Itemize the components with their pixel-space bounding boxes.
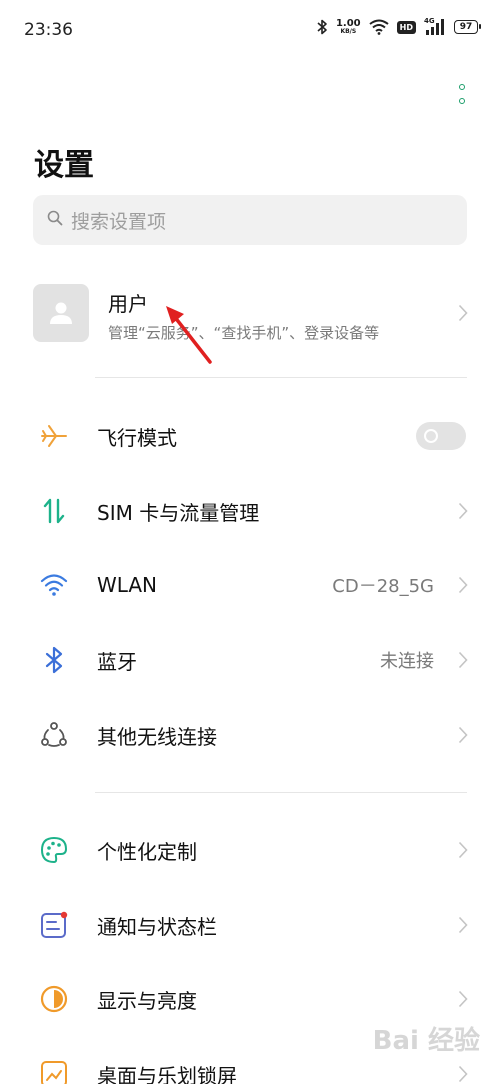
search-placeholder: 搜索设置项 [71, 210, 167, 233]
settings-item-airplane-mode[interactable]: 飞行模式 [0, 408, 500, 464]
settings-item-bluetooth[interactable]: 蓝牙 未连接 [0, 632, 500, 688]
settings-item-wlan[interactable]: WLAN CD－28_5G [0, 557, 500, 613]
bluetooth-status-icon [316, 19, 328, 35]
chevron-right-icon [458, 916, 468, 934]
wifi-icon [38, 569, 70, 601]
search-input[interactable]: 搜索设置项 [33, 195, 467, 245]
user-title: 用户 [108, 292, 148, 316]
settings-item-label: 通知与状态栏 [97, 914, 217, 939]
settings-item-other-wireless[interactable]: 其他无线连接 [0, 707, 500, 763]
status-bar: 23:36 1.00 KB/S HD 4G 97 [0, 0, 500, 62]
chevron-right-icon [458, 651, 468, 669]
more-dot-icon [459, 84, 465, 90]
chevron-right-icon [458, 726, 468, 744]
notification-icon [38, 909, 70, 941]
wifi-status-icon [369, 19, 389, 35]
sim-data-icon [38, 495, 70, 527]
settings-item-label: WLAN [97, 573, 158, 597]
chevron-right-icon [458, 841, 468, 859]
hd-badge: HD [396, 20, 416, 34]
page-title: 设置 [34, 148, 94, 183]
chevron-right-icon [458, 1065, 468, 1083]
airplane-mode-toggle[interactable] [416, 422, 466, 450]
desktop-lock-icon [38, 1058, 70, 1084]
chevron-right-icon [458, 990, 468, 1008]
palette-icon [38, 834, 70, 866]
settings-item-label: 个性化定制 [97, 839, 197, 864]
more-dot-icon [459, 98, 465, 104]
divider [95, 792, 467, 793]
net-speed-indicator: 1.00 KB/S [335, 18, 361, 35]
annotation-arrow-icon [166, 306, 212, 364]
other-wireless-icon [38, 719, 70, 751]
settings-item-label: 桌面与乐划锁屏 [97, 1063, 237, 1084]
more-options-button[interactable] [452, 82, 472, 106]
avatar [33, 284, 89, 342]
status-icons: 1.00 KB/S HD 4G 97 [316, 17, 481, 36]
user-subtitle: 管理“云服务”、“查找手机”、登录设备等 [108, 324, 380, 342]
settings-item-personalization[interactable]: 个性化定制 [0, 822, 500, 878]
settings-item-label: 其他无线连接 [97, 724, 217, 749]
watermark: Bai 经验 [372, 1026, 480, 1056]
brightness-icon [38, 983, 70, 1015]
settings-item-sim-data[interactable]: SIM 卡与流量管理 [0, 483, 500, 539]
settings-item-label: 显示与亮度 [97, 988, 197, 1013]
chevron-right-icon [458, 304, 468, 322]
search-icon [47, 210, 63, 230]
divider [95, 377, 467, 378]
settings-item-label: 飞行模式 [97, 425, 177, 450]
wlan-network-name: CD－28_5G [332, 576, 434, 597]
chevron-right-icon [458, 576, 468, 594]
chevron-right-icon [458, 502, 468, 520]
user-icon [50, 302, 72, 324]
settings-item-label: 蓝牙 [97, 649, 137, 674]
battery-icon: 97 [454, 20, 481, 34]
settings-item-display-brightness[interactable]: 显示与亮度 [0, 971, 500, 1027]
bluetooth-status: 未连接 [380, 651, 434, 672]
settings-item-notifications[interactable]: 通知与状态栏 [0, 897, 500, 953]
status-time: 23:36 [24, 20, 73, 40]
user-account-row[interactable]: 用户 管理“云服务”、“查找手机”、登录设备等 [0, 282, 500, 346]
airplane-icon [38, 420, 70, 452]
bluetooth-icon [38, 644, 70, 676]
cellular-signal-icon: 4G [424, 17, 446, 36]
settings-item-label: SIM 卡与流量管理 [97, 500, 260, 525]
